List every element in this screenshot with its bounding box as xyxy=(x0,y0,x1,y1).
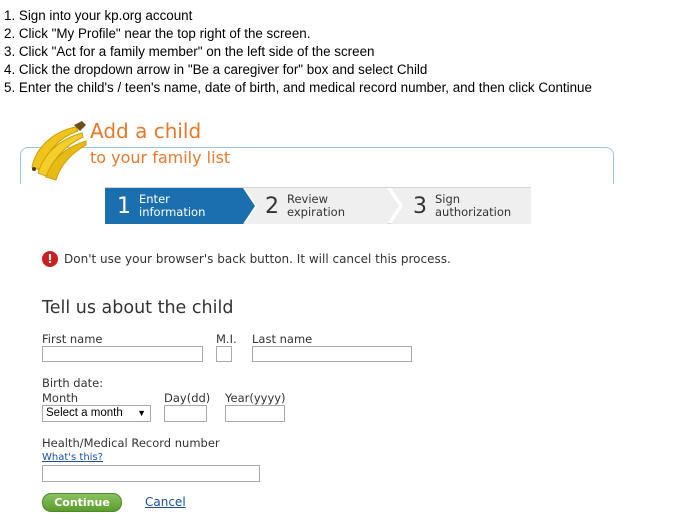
middle-initial-input[interactable] xyxy=(216,346,232,362)
step-number: 3 xyxy=(413,193,427,219)
first-name-input[interactable] xyxy=(42,346,203,362)
medical-record-input[interactable] xyxy=(42,465,260,482)
step-label: Sign authorization xyxy=(435,193,517,219)
cancel-link[interactable]: Cancel xyxy=(145,495,186,509)
step-number: 2 xyxy=(265,193,279,219)
warning-text: Don't use your browser's back button. It… xyxy=(64,252,451,266)
step-label: Enter information xyxy=(139,193,221,219)
dropdown-arrow-icon[interactable]: ▼ xyxy=(137,406,146,421)
whats-this-link[interactable]: What's this? xyxy=(42,452,103,463)
step-label-line1: Review xyxy=(287,192,329,206)
step-sign-authorization: 3 Sign authorization xyxy=(391,188,531,224)
birth-date-label: Birth date: xyxy=(42,376,104,390)
step-label-line1: Sign xyxy=(435,192,461,206)
step-label-line1: Enter xyxy=(139,192,170,206)
year-input[interactable] xyxy=(225,405,285,422)
warning-message: ! Don't use your browser's back button. … xyxy=(42,251,451,267)
day-input[interactable] xyxy=(164,405,207,422)
year-label: Year(yyyy) xyxy=(225,391,286,405)
banana-icon xyxy=(31,121,87,181)
instruction-step: 5. Enter the child's / teen's name, date… xyxy=(4,80,592,95)
month-select[interactable]: Select a month ▼ xyxy=(42,405,151,422)
instruction-step: 3. Click "Act for a family member" on th… xyxy=(4,44,375,59)
last-name-label: Last name xyxy=(252,332,313,346)
step-label: Review expiration xyxy=(287,193,369,219)
day-label: Day(dd) xyxy=(164,391,211,405)
step-review-expiration: 2 Review expiration xyxy=(245,188,399,224)
step-number: 1 xyxy=(117,193,131,219)
month-label: Month xyxy=(42,391,79,405)
warning-icon: ! xyxy=(42,251,58,267)
continue-button[interactable]: Continue xyxy=(42,493,122,512)
step-label-line2: information xyxy=(139,205,206,219)
medical-record-label: Health/Medical Record number xyxy=(42,436,220,450)
step-label-line2: expiration xyxy=(287,205,345,219)
instruction-step: 1. Sign into your kp.org account xyxy=(4,8,193,23)
step-enter-information: 1 Enter information xyxy=(105,188,255,224)
instruction-step: 2. Click "My Profile" near the top right… xyxy=(4,26,311,41)
section-title: Tell us about the child xyxy=(42,298,234,318)
instruction-step: 4. Click the dropdown arrow in "Be a car… xyxy=(4,62,428,77)
step-label-line2: authorization xyxy=(435,205,512,219)
instructions-list: 1. Sign into your kp.org account 2. Clic… xyxy=(4,7,592,97)
first-name-label: First name xyxy=(42,332,103,346)
last-name-input[interactable] xyxy=(252,346,412,362)
page-title: Add a child xyxy=(90,119,202,143)
progress-steps: 1 Enter information 2 Review expiration … xyxy=(105,188,531,224)
middle-initial-label: M.I. xyxy=(216,332,237,346)
page-subtitle: to your family list xyxy=(90,148,231,167)
month-select-value: Select a month xyxy=(46,407,123,419)
